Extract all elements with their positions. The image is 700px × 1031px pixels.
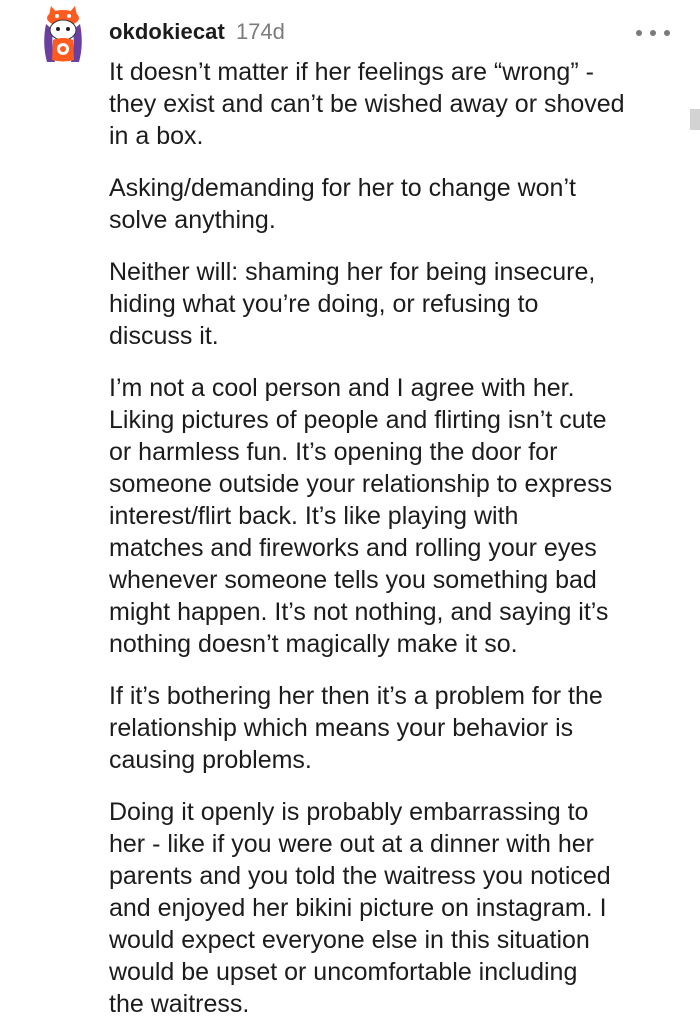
more-dot	[664, 30, 670, 36]
comment-paragraph: If it’s bothering her then it’s a proble…	[109, 682, 603, 774]
snoo-avatar-icon	[44, 6, 82, 62]
comment-paragraph: It doesn’t matter if her feelings are “w…	[109, 58, 625, 150]
user-avatar[interactable]	[38, 4, 88, 64]
comment-body: It doesn’t matter if her feelings are “w…	[109, 56, 684, 1020]
comment-paragraph: Doing it openly is probably embarrassing…	[109, 798, 611, 1018]
more-dot	[650, 30, 656, 36]
comment-header: okdokiecat 174d	[109, 16, 285, 48]
more-options-button[interactable]	[636, 22, 670, 44]
author-username[interactable]: okdokiecat	[109, 19, 225, 45]
more-dot	[636, 30, 642, 36]
comment-age: 174d	[235, 19, 285, 44]
comment: okdokiecat 174d It doesn’t matter if her…	[0, 0, 700, 1031]
comment-paragraph: Asking/demanding for her to change won’t…	[109, 174, 576, 234]
comment-paragraph: I’m not a cool person and I agree with h…	[109, 374, 613, 658]
scrollbar-thumb[interactable]	[690, 109, 700, 130]
comment-paragraph: Neither will: shaming her for being inse…	[109, 258, 596, 350]
